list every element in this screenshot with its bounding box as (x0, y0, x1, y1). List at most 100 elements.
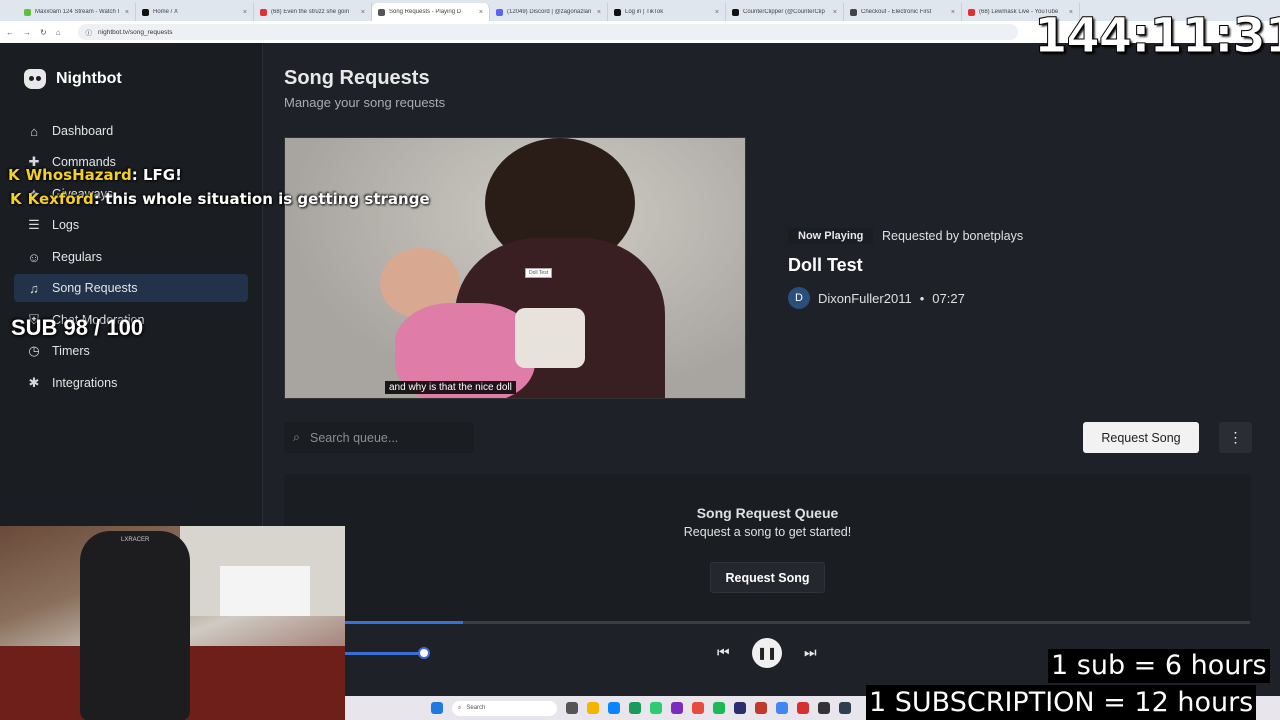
tab-close-icon[interactable]: × (715, 9, 719, 16)
forward-icon[interactable]: → (23, 28, 31, 37)
sidebar-item-song-requests[interactable]: ♫ Song Requests (14, 274, 248, 302)
home-icon[interactable]: ⌂ (56, 28, 61, 37)
sidebar-item-label: Integrations (52, 376, 118, 390)
browser-tab[interactable]: Song Requests - Playing D × (372, 3, 490, 21)
tab-label: (12049) Discord | @zagonazlan (507, 9, 592, 15)
meta-separator: • (919, 290, 925, 306)
chrome-icon[interactable] (776, 702, 788, 714)
taskbar-search[interactable]: ⌕ Search (452, 700, 557, 716)
tab-favicon-icon (850, 8, 857, 16)
tab-close-icon[interactable]: × (833, 9, 837, 16)
webcam-overlay: LXRACER (0, 526, 345, 720)
browser-tab[interactable]: Maxx0am 124 Stream - Watch I × (18, 3, 136, 21)
video-player[interactable]: Doll Test and why is that the nice doll (284, 137, 746, 399)
tab-close-icon[interactable]: × (361, 9, 365, 16)
tab-label: Song Requests - Playing D (389, 9, 462, 15)
file-explorer-icon[interactable] (587, 702, 599, 714)
browser-tab[interactable]: (12049) Discord | @zagonazlan × (490, 3, 608, 21)
browser-tab[interactable]: (68) Even the struzz she goin × (254, 3, 372, 21)
tab-label: Checkout - Electronic First (861, 9, 932, 15)
chat-text: : LFG! (131, 166, 182, 184)
tab-favicon-icon (496, 8, 503, 16)
chat-message: K WhosHazard: LFG! (8, 166, 182, 184)
more-options-icon[interactable]: ⋮ (1219, 422, 1252, 453)
brand[interactable]: Nightbot (24, 69, 122, 89)
tab-close-icon[interactable]: × (597, 9, 601, 16)
url-text: nightbot.tv/song_requests (98, 28, 173, 36)
tab-favicon-icon (24, 8, 31, 16)
tab-label: CounterClipper (@CounterClip (743, 9, 825, 15)
app-icon[interactable] (755, 702, 767, 714)
edge-icon[interactable] (629, 702, 641, 714)
pause-icon: ❚❚ (756, 646, 778, 660)
premiere-icon[interactable] (734, 702, 746, 714)
browser-tab[interactable]: CounterClipper (@CounterClip × (726, 3, 844, 21)
sidebar-item-regulars[interactable]: ☺ Regulars (14, 243, 248, 271)
site-info-icon[interactable]: ⓘ (86, 27, 93, 37)
tab-favicon-icon (732, 8, 739, 16)
tab-close-icon[interactable]: × (951, 9, 955, 16)
volume-slider[interactable] (345, 652, 425, 655)
brand-name: Nightbot (56, 70, 122, 87)
home-icon: ⌂ (30, 123, 38, 139)
song-meta: D DixonFuller2011 • 07:27 (788, 287, 965, 309)
chat-text: : this whole situation is getting strang… (93, 190, 430, 208)
headphones-icon: ♫ (29, 280, 39, 296)
task-view-icon[interactable] (566, 702, 578, 714)
tab-close-icon[interactable]: × (125, 9, 129, 16)
song-title: Doll Test (788, 255, 863, 275)
app-icon[interactable] (650, 702, 662, 714)
progress-bar[interactable] (345, 621, 1250, 624)
page-subtitle: Manage your song requests (284, 95, 446, 110)
webcam-desk (220, 566, 310, 616)
volume-knob[interactable] (418, 647, 430, 659)
browser-tab[interactable]: Checkout - Electronic First × (844, 3, 962, 21)
spotify-icon[interactable] (713, 702, 725, 714)
nightbot-logo-icon (24, 69, 46, 89)
sidebar-item-dashboard[interactable]: ⌂ Dashboard (14, 117, 248, 145)
chat-username: WhosHazard (25, 166, 132, 184)
song-duration: 07:27 (932, 290, 965, 306)
brave-icon[interactable] (692, 702, 704, 714)
sidebar-item-label: Dashboard (52, 124, 114, 138)
sub-rate-banner: 1 sub = 6 hours (1048, 649, 1270, 683)
song-request-queue: Song Request Queue Request a song to get… (284, 474, 1251, 624)
sidebar-item-label: Regulars (52, 250, 103, 264)
tab-close-icon[interactable]: × (479, 9, 483, 16)
settings-icon[interactable] (608, 702, 620, 714)
obs-icon[interactable] (818, 702, 830, 714)
video-caption: and why is that the nice doll (385, 381, 516, 394)
previous-icon[interactable]: ⏮ (717, 644, 730, 661)
browser-tab[interactable]: Home / X × (136, 3, 254, 21)
video-tooltip: Doll Test (525, 268, 553, 278)
browser-tab[interactable]: Log in | TikTok × (608, 3, 726, 21)
request-song-button[interactable]: Request Song (1083, 422, 1199, 453)
next-icon[interactable]: ⏭ (804, 644, 817, 661)
address-bar[interactable]: ⓘ nightbot.tv/song_requests (77, 24, 1018, 40)
sub-counter: SUB 98 / 100 (11, 315, 144, 340)
queue-request-song-button[interactable]: Request Song (710, 562, 825, 593)
queue-search[interactable]: ⌕ (284, 422, 474, 453)
list-icon: ☰ (28, 217, 40, 232)
search-input[interactable] (310, 430, 461, 445)
tab-label: (68) Even the struzz she goin (271, 9, 350, 15)
reload-icon[interactable]: ↻ (40, 28, 47, 37)
app-icon[interactable] (797, 702, 809, 714)
windows-start-icon[interactable] (431, 702, 443, 714)
app-icon[interactable] (839, 702, 851, 714)
sidebar-item-integrations[interactable]: ✱ Integrations (14, 369, 248, 397)
sidebar-item-timers[interactable]: ◷ Timers (14, 337, 248, 365)
tab-favicon-icon (968, 8, 975, 16)
back-icon[interactable]: ← (6, 28, 14, 37)
tab-close-icon[interactable]: × (243, 9, 247, 16)
tab-favicon-icon (378, 8, 385, 16)
channel-name[interactable]: DixonFuller2011 (818, 291, 912, 306)
sidebar-item-logs[interactable]: ☰ Logs (14, 211, 248, 239)
chat-badge: K (8, 166, 20, 184)
tab-label: Home / X (153, 9, 179, 15)
app-icon[interactable] (671, 702, 683, 714)
pause-button[interactable]: ❚❚ (752, 638, 782, 668)
queue-title: Song Request Queue (696, 505, 839, 521)
tab-favicon-icon (142, 8, 149, 16)
sidebar-item-label: Song Requests (52, 281, 138, 295)
